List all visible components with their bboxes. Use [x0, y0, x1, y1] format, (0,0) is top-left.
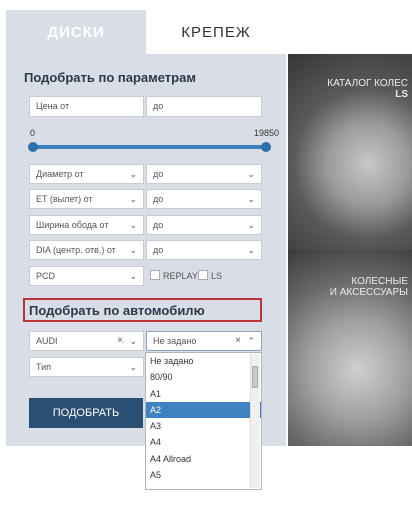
- chevron-up-icon: ⌃: [247, 336, 255, 346]
- diameter-to-select[interactable]: до ⌄: [146, 164, 262, 184]
- promo-top-line1: КАТАЛОГ КОЛЕС: [327, 78, 408, 89]
- chevron-down-icon: ⌄: [129, 169, 137, 179]
- submit-button[interactable]: ПОДОБРАТЬ: [29, 398, 143, 428]
- width-to-label: до: [153, 220, 164, 230]
- dropdown-option[interactable]: A5: [146, 467, 261, 483]
- car-model-select[interactable]: Не задано × ⌃: [146, 331, 262, 351]
- diameter-to-label: до: [153, 169, 164, 179]
- params-title: Подобрать по параметрам: [24, 70, 196, 85]
- chevron-down-icon: ⌄: [247, 220, 255, 230]
- model-dropdown-list[interactable]: Не задано 80/90 A1 A2 A3 A4 A4 Allroad A5: [145, 352, 262, 490]
- dia-to-select[interactable]: до ⌄: [146, 240, 262, 260]
- dropdown-option[interactable]: A3: [146, 418, 261, 434]
- pcd-label: PCD: [36, 271, 56, 281]
- scrollbar-thumb[interactable]: [252, 366, 258, 388]
- et-to-label: до: [153, 194, 164, 204]
- price-from-input[interactable]: Цена от: [29, 96, 144, 117]
- replay-label: REPLAY: [163, 271, 198, 281]
- car-make-select[interactable]: AUDI × ⌄: [29, 331, 144, 351]
- tabs: ДИСКИ КРЕПЕЖ: [6, 10, 286, 54]
- et-to-select[interactable]: до ⌄: [146, 189, 262, 209]
- et-from-select[interactable]: ET (вылет) от ⌄: [29, 189, 144, 209]
- et-from-label: ET (вылет) от: [36, 194, 93, 204]
- car-title: Подобрать по автомобилю: [29, 303, 205, 318]
- chevron-down-icon: ⌄: [247, 169, 255, 179]
- tab-disks[interactable]: ДИСКИ: [6, 10, 146, 54]
- tab-fasteners[interactable]: КРЕПЕЖ: [146, 10, 286, 54]
- dropdown-option[interactable]: 80/90: [146, 369, 261, 385]
- chevron-down-icon: ⌄: [129, 245, 137, 255]
- chevron-down-icon: ⌄: [129, 336, 137, 346]
- slider-min-handle[interactable]: [28, 142, 38, 152]
- width-to-select[interactable]: до ⌄: [146, 215, 262, 235]
- chevron-down-icon: ⌄: [247, 245, 255, 255]
- price-to-input[interactable]: до: [146, 96, 262, 117]
- chevron-down-icon: ⌄: [129, 362, 137, 372]
- ls-checkbox[interactable]: LS: [198, 270, 222, 281]
- dropdown-option[interactable]: Не задано: [146, 353, 261, 369]
- dia-from-select[interactable]: DIA (центр. отв.) от ⌄: [29, 240, 144, 260]
- dia-to-label: до: [153, 245, 164, 255]
- pcd-select[interactable]: PCD ⌄: [29, 266, 144, 286]
- ls-label: LS: [211, 271, 223, 281]
- car-make-label: AUDI: [36, 336, 58, 346]
- slider-max-label: 19850: [254, 128, 280, 138]
- diameter-from-select[interactable]: Диаметр от ⌄: [29, 164, 144, 184]
- diameter-from-label: Диаметр от: [36, 169, 84, 179]
- width-from-select[interactable]: Ширина обода от ⌄: [29, 215, 144, 235]
- promo-top-line2: LS: [395, 89, 408, 100]
- width-from-label: Ширина обода от: [36, 220, 109, 230]
- dropdown-option[interactable]: A1: [146, 386, 261, 402]
- chevron-down-icon: ⌄: [247, 194, 255, 204]
- slider-min-label: 0: [30, 128, 36, 138]
- checkbox-box: [150, 270, 160, 280]
- dia-from-label: DIA (центр. отв.) от: [36, 245, 116, 255]
- slider-max-handle[interactable]: [261, 142, 271, 152]
- car-type-select[interactable]: Тип ⌄: [29, 357, 144, 377]
- chevron-down-icon: ⌄: [129, 194, 137, 204]
- dropdown-option[interactable]: A4: [146, 434, 261, 450]
- checkbox-box: [198, 270, 208, 280]
- dropdown-scrollbar[interactable]: [250, 354, 260, 488]
- clear-x-icon[interactable]: ×: [235, 332, 241, 350]
- car-type-label: Тип: [36, 362, 52, 372]
- promo-bottom-line1: КОЛЕСНЫЕ: [351, 276, 408, 287]
- dropdown-option[interactable]: A4 Allroad: [146, 451, 261, 467]
- promo-bottom-text: КОЛЕСНЫЕ И АКСЕССУАРЫ: [288, 276, 408, 298]
- price-slider-track[interactable]: [30, 145, 266, 149]
- clear-x-icon[interactable]: ×: [117, 332, 123, 350]
- dropdown-option[interactable]: A2: [146, 401, 261, 419]
- replay-checkbox[interactable]: REPLAY: [150, 270, 198, 281]
- chevron-down-icon: ⌄: [129, 220, 137, 230]
- chevron-down-icon: ⌄: [129, 271, 137, 281]
- car-model-label: Не задано: [153, 336, 197, 346]
- promo-bottom-line2: И АКСЕССУАРЫ: [329, 287, 408, 298]
- promo-top-text: КАТАЛОГ КОЛЕС LS: [288, 78, 408, 100]
